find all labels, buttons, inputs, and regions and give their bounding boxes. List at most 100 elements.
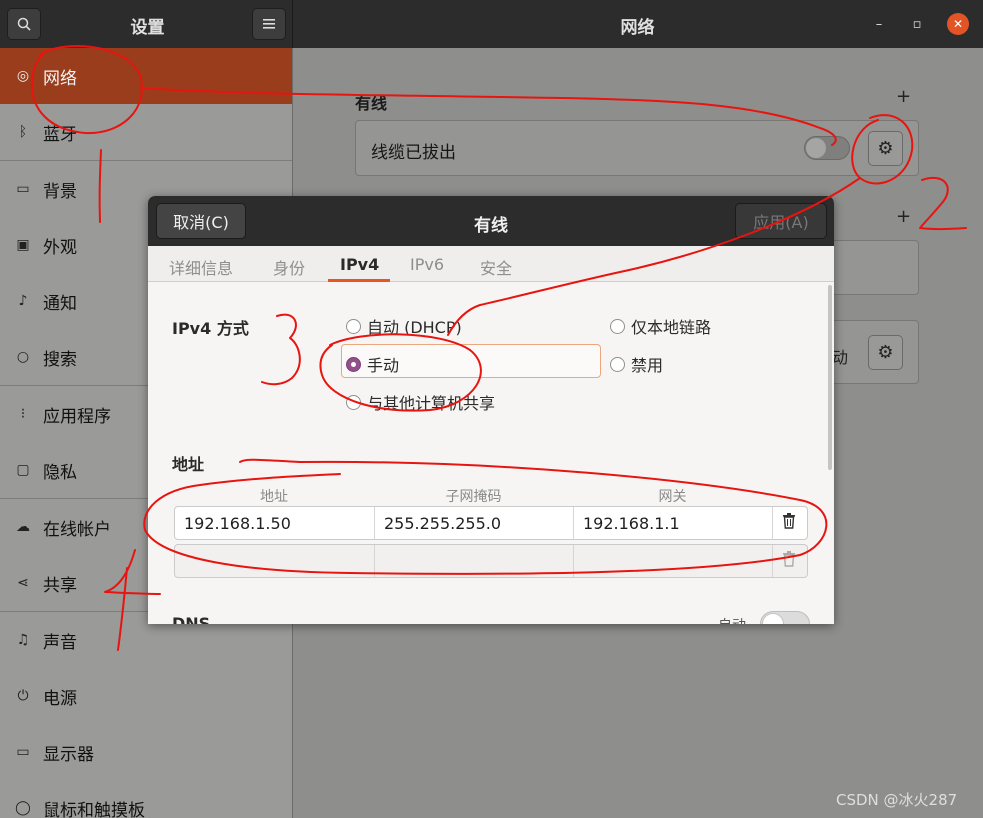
add-vpn-button[interactable]: + <box>896 206 911 227</box>
sidebar-item-label: 共享 <box>43 575 77 596</box>
radio-auto-dhcp[interactable]: 自动 (DHCP) <box>346 314 462 338</box>
header-divider <box>292 0 293 48</box>
app-title: 设置 <box>130 18 165 38</box>
gateway-input[interactable]: 192.168.1.1 <box>574 507 773 539</box>
trash-icon <box>783 513 795 529</box>
radio-dot-selected <box>346 356 361 372</box>
sidebar-item-label: 通知 <box>43 293 77 314</box>
tab-ipv6[interactable]: IPv6 <box>410 255 444 274</box>
monitor-background-icon: ▭ <box>16 181 30 197</box>
search-icon: ○ <box>16 349 30 365</box>
radio-label: 仅本地链路 <box>631 318 712 337</box>
sidebar-item-bluetooth[interactable]: ᛒ 蓝牙 <box>0 104 292 160</box>
hamburger-menu-icon <box>263 19 275 29</box>
radio-link-local[interactable]: 仅本地链路 <box>610 314 711 338</box>
wired-connection-card: 线缆已拔出 ⚙ <box>355 120 919 176</box>
radio-label: 禁用 <box>631 356 664 375</box>
radio-label: 与其他计算机共享 <box>367 394 496 413</box>
active-tab-indicator <box>328 279 390 282</box>
sidebar-item-displays[interactable]: ▭ 显示器 <box>0 724 292 780</box>
column-header-gateway: 网关 <box>658 489 687 505</box>
delete-row-button[interactable] <box>777 513 801 533</box>
gear-icon: ⚙ <box>877 342 894 363</box>
address-row: 192.168.1.50 255.255.255.0 192.168.1.1 <box>174 506 808 540</box>
music-note-icon: ♫ <box>16 632 30 648</box>
maximize-icon: ▫ <box>912 16 922 32</box>
header-bar: 设置 网络 – ▫ ✕ <box>0 0 983 48</box>
cloud-icon: ☁ <box>16 519 30 535</box>
dns-section-title: DNS <box>172 614 211 624</box>
sidebar-item-label: 显示器 <box>43 744 94 765</box>
sidebar-item-label: 在线帐户 <box>43 519 111 540</box>
dialog-title: 有线 <box>474 216 508 236</box>
wired-settings-button[interactable]: ⚙ <box>868 131 903 166</box>
netmask-input-empty[interactable] <box>375 545 574 577</box>
column-header-netmask: 子网掩码 <box>445 489 502 505</box>
radio-dot <box>610 356 625 372</box>
appearance-icon: ▣ <box>16 237 30 253</box>
address-input[interactable]: 192.168.1.50 <box>175 507 375 539</box>
cancel-button[interactable]: 取消(C) <box>156 203 246 239</box>
tab-ipv4[interactable]: IPv4 <box>340 255 379 274</box>
radio-dot <box>346 318 361 334</box>
mouse-icon: ◯ <box>15 800 31 816</box>
delete-row-button-disabled <box>777 551 801 571</box>
sidebar-item-mouse-touchpad[interactable]: ◯ 鼠标和触摸板 <box>0 780 292 818</box>
bell-icon: ♪ <box>18 293 28 309</box>
minimize-icon: – <box>875 16 883 32</box>
wired-settings-dialog: 取消(C) 有线 应用(A) 详细信息 身份 IPv4 IPv6 安全 IPv4… <box>148 196 834 624</box>
dialog-scrollbar[interactable] <box>828 285 832 470</box>
sidebar-item-label: 鼠标和触摸板 <box>43 800 145 818</box>
sidebar-item-power[interactable]: ⏻ 电源 <box>0 668 292 724</box>
tab-details[interactable]: 详细信息 <box>169 255 233 279</box>
sidebar-item-label: 应用程序 <box>43 406 111 427</box>
menu-button[interactable] <box>252 8 286 40</box>
radio-manual[interactable]: 手动 <box>346 352 399 376</box>
power-icon: ⏻ <box>17 688 29 704</box>
gear-icon: ⚙ <box>877 138 894 159</box>
address-section-title: 地址 <box>172 455 205 474</box>
share-icon: ⋖ <box>17 575 29 591</box>
search-icon <box>17 17 31 31</box>
sidebar-item-label: 网络 <box>43 68 77 89</box>
sidebar-item-label: 电源 <box>43 688 77 709</box>
add-wired-button[interactable]: + <box>896 86 911 107</box>
globe-icon: ◎ <box>16 68 30 84</box>
display-icon: ▭ <box>16 744 30 760</box>
dialog-header: 取消(C) 有线 应用(A) <box>148 196 834 246</box>
window-title: 网络 <box>620 18 655 38</box>
tab-security[interactable]: 安全 <box>480 255 512 279</box>
apply-button[interactable]: 应用(A) <box>735 203 827 239</box>
sidebar-item-label: 搜索 <box>43 349 77 370</box>
wired-status-text: 线缆已拔出 <box>371 143 456 163</box>
sidebar-item-label: 外观 <box>43 237 77 258</box>
minimize-button[interactable]: – <box>868 13 890 35</box>
proxy-settings-button[interactable]: ⚙ <box>868 335 903 370</box>
sidebar-item-label: 隐私 <box>43 462 77 483</box>
trash-icon <box>783 551 795 567</box>
column-header-address: 地址 <box>260 489 288 505</box>
bluetooth-icon: ᛒ <box>18 124 28 140</box>
radio-dot <box>346 394 361 410</box>
maximize-button[interactable]: ▫ <box>906 13 928 35</box>
radio-label: 自动 (DHCP) <box>367 318 462 337</box>
radio-label: 手动 <box>367 356 400 375</box>
watermark: CSDN @冰火287 <box>836 791 958 809</box>
radio-disabled[interactable]: 禁用 <box>610 352 663 376</box>
tab-identity[interactable]: 身份 <box>273 255 305 279</box>
wired-section-title: 有线 <box>355 94 388 113</box>
netmask-input[interactable]: 255.255.255.0 <box>375 507 574 539</box>
gateway-input-empty[interactable] <box>574 545 773 577</box>
lock-icon: ▢ <box>16 462 30 478</box>
sidebar-item-network[interactable]: ◎ 网络 <box>0 48 292 104</box>
wired-toggle[interactable] <box>804 136 850 160</box>
dns-auto-toggle[interactable] <box>760 611 810 624</box>
apps-grid-icon: ⁝ <box>20 406 26 422</box>
sidebar-item-label: 背景 <box>43 181 77 202</box>
address-input-empty[interactable] <box>175 545 375 577</box>
radio-dot <box>610 318 625 334</box>
close-icon: ✕ <box>952 17 964 31</box>
close-button[interactable]: ✕ <box>947 13 969 35</box>
search-button[interactable] <box>7 8 41 40</box>
radio-shared[interactable]: 与其他计算机共享 <box>346 390 495 414</box>
